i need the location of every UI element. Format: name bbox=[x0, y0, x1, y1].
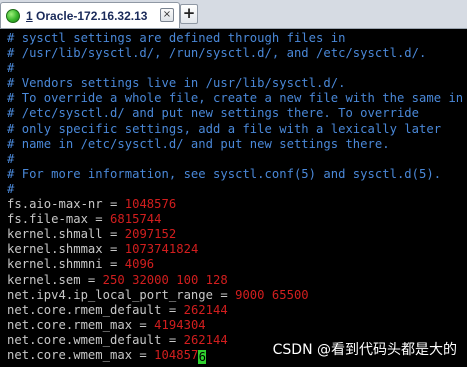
setting-equals: = bbox=[102, 197, 125, 212]
setting-value: 2097152 bbox=[124, 227, 177, 242]
setting-key: net.core.wmem_max bbox=[7, 347, 133, 362]
setting-value: 262144 bbox=[183, 332, 228, 347]
setting-equals: = bbox=[102, 227, 125, 242]
text-cursor: 6 bbox=[198, 349, 207, 364]
setting-value: 9000 65500 bbox=[235, 287, 309, 302]
setting-key: net.core.rmem_max bbox=[7, 317, 133, 332]
setting-equals: = bbox=[132, 317, 155, 332]
setting-line: net.core.rmem_max = 4194304 bbox=[7, 318, 467, 333]
setting-key: kernel.shmmni bbox=[7, 257, 103, 272]
setting-equals: = bbox=[102, 257, 125, 272]
comment-line: # bbox=[7, 181, 15, 196]
comment-line: # Vendors settings live in /usr/lib/sysc… bbox=[7, 76, 346, 91]
tab-bar: 1 Oracle-172.16.32.13 × + bbox=[0, 0, 467, 29]
setting-value: 1048576 bbox=[124, 197, 177, 212]
session-tab-title: Oracle-172.16.32.13 bbox=[36, 8, 148, 23]
session-tab-number: 1 bbox=[26, 8, 33, 23]
comment-line: # only specific settings, add a file wit… bbox=[7, 121, 442, 136]
setting-value: 1073741824 bbox=[124, 242, 199, 257]
comment-line: # /usr/lib/sysctl.d/, /run/sysctl.d/, an… bbox=[7, 46, 427, 61]
comment-line: # bbox=[7, 61, 15, 76]
setting-equals: = bbox=[132, 347, 155, 362]
setting-key: net.core.rmem_default bbox=[7, 302, 162, 317]
setting-key: net.core.wmem_default bbox=[7, 332, 162, 347]
setting-line: fs.file-max = 6815744 bbox=[7, 212, 467, 227]
setting-equals: = bbox=[161, 332, 184, 347]
setting-line: kernel.sem = 250 32000 100 128 bbox=[7, 273, 467, 288]
setting-key: kernel.shmall bbox=[7, 227, 103, 242]
setting-key: kernel.sem bbox=[7, 272, 81, 287]
setting-value: 6815744 bbox=[110, 212, 162, 227]
setting-line: net.ipv4.ip_local_port_range = 9000 6550… bbox=[7, 288, 467, 303]
setting-equals: = bbox=[161, 302, 184, 317]
session-tab[interactable]: 1 Oracle-172.16.32.13 × bbox=[0, 2, 180, 28]
comment-line: # To override a whole file, create a new… bbox=[7, 91, 464, 106]
setting-equals: = bbox=[87, 212, 111, 227]
setting-value: 104857 bbox=[154, 347, 199, 362]
setting-line: kernel.shmall = 2097152 bbox=[7, 227, 467, 242]
setting-equals: = bbox=[80, 272, 103, 287]
setting-line: kernel.shmmax = 1073741824 bbox=[7, 242, 467, 257]
setting-value: 262144 bbox=[183, 302, 228, 317]
watermark: CSDN @看到代码头都是大的 bbox=[272, 342, 457, 358]
terminal-output[interactable]: # sysctl settings are defined through fi… bbox=[0, 29, 467, 367]
comment-line: # sysctl settings are defined through fi… bbox=[7, 31, 346, 45]
setting-equals: = bbox=[102, 242, 125, 257]
setting-line: fs.aio-max-nr = 1048576 bbox=[7, 197, 467, 212]
session-tab-label[interactable]: 1 Oracle-172.16.32.13 bbox=[26, 9, 147, 23]
setting-key: fs.aio-max-nr bbox=[7, 197, 103, 212]
new-tab-button[interactable]: + bbox=[180, 4, 198, 24]
setting-line: kernel.shmmni = 4096 bbox=[7, 257, 467, 272]
setting-value: 4096 bbox=[124, 257, 155, 272]
close-tab-icon[interactable]: × bbox=[160, 8, 174, 22]
setting-key: kernel.shmmax bbox=[7, 242, 103, 257]
setting-value: 250 32000 100 128 bbox=[102, 272, 228, 287]
setting-value: 4194304 bbox=[154, 317, 206, 332]
setting-line: net.core.rmem_default = 262144 bbox=[7, 303, 467, 318]
comment-line: # /etc/sysctl.d/ and put new settings th… bbox=[7, 106, 420, 121]
comment-line: # bbox=[7, 151, 15, 166]
setting-key: fs.file-max bbox=[7, 212, 88, 227]
comment-line: # For more information, see sysctl.conf(… bbox=[7, 166, 442, 181]
setting-equals: = bbox=[213, 287, 236, 302]
connection-status-icon bbox=[6, 8, 20, 23]
terminal-window: 1 Oracle-172.16.32.13 × + # sysctl setti… bbox=[0, 0, 467, 367]
comment-line: # name in /etc/sysctl.d/ and put new set… bbox=[7, 136, 390, 151]
setting-key: net.ipv4.ip_local_port_range bbox=[7, 287, 214, 302]
